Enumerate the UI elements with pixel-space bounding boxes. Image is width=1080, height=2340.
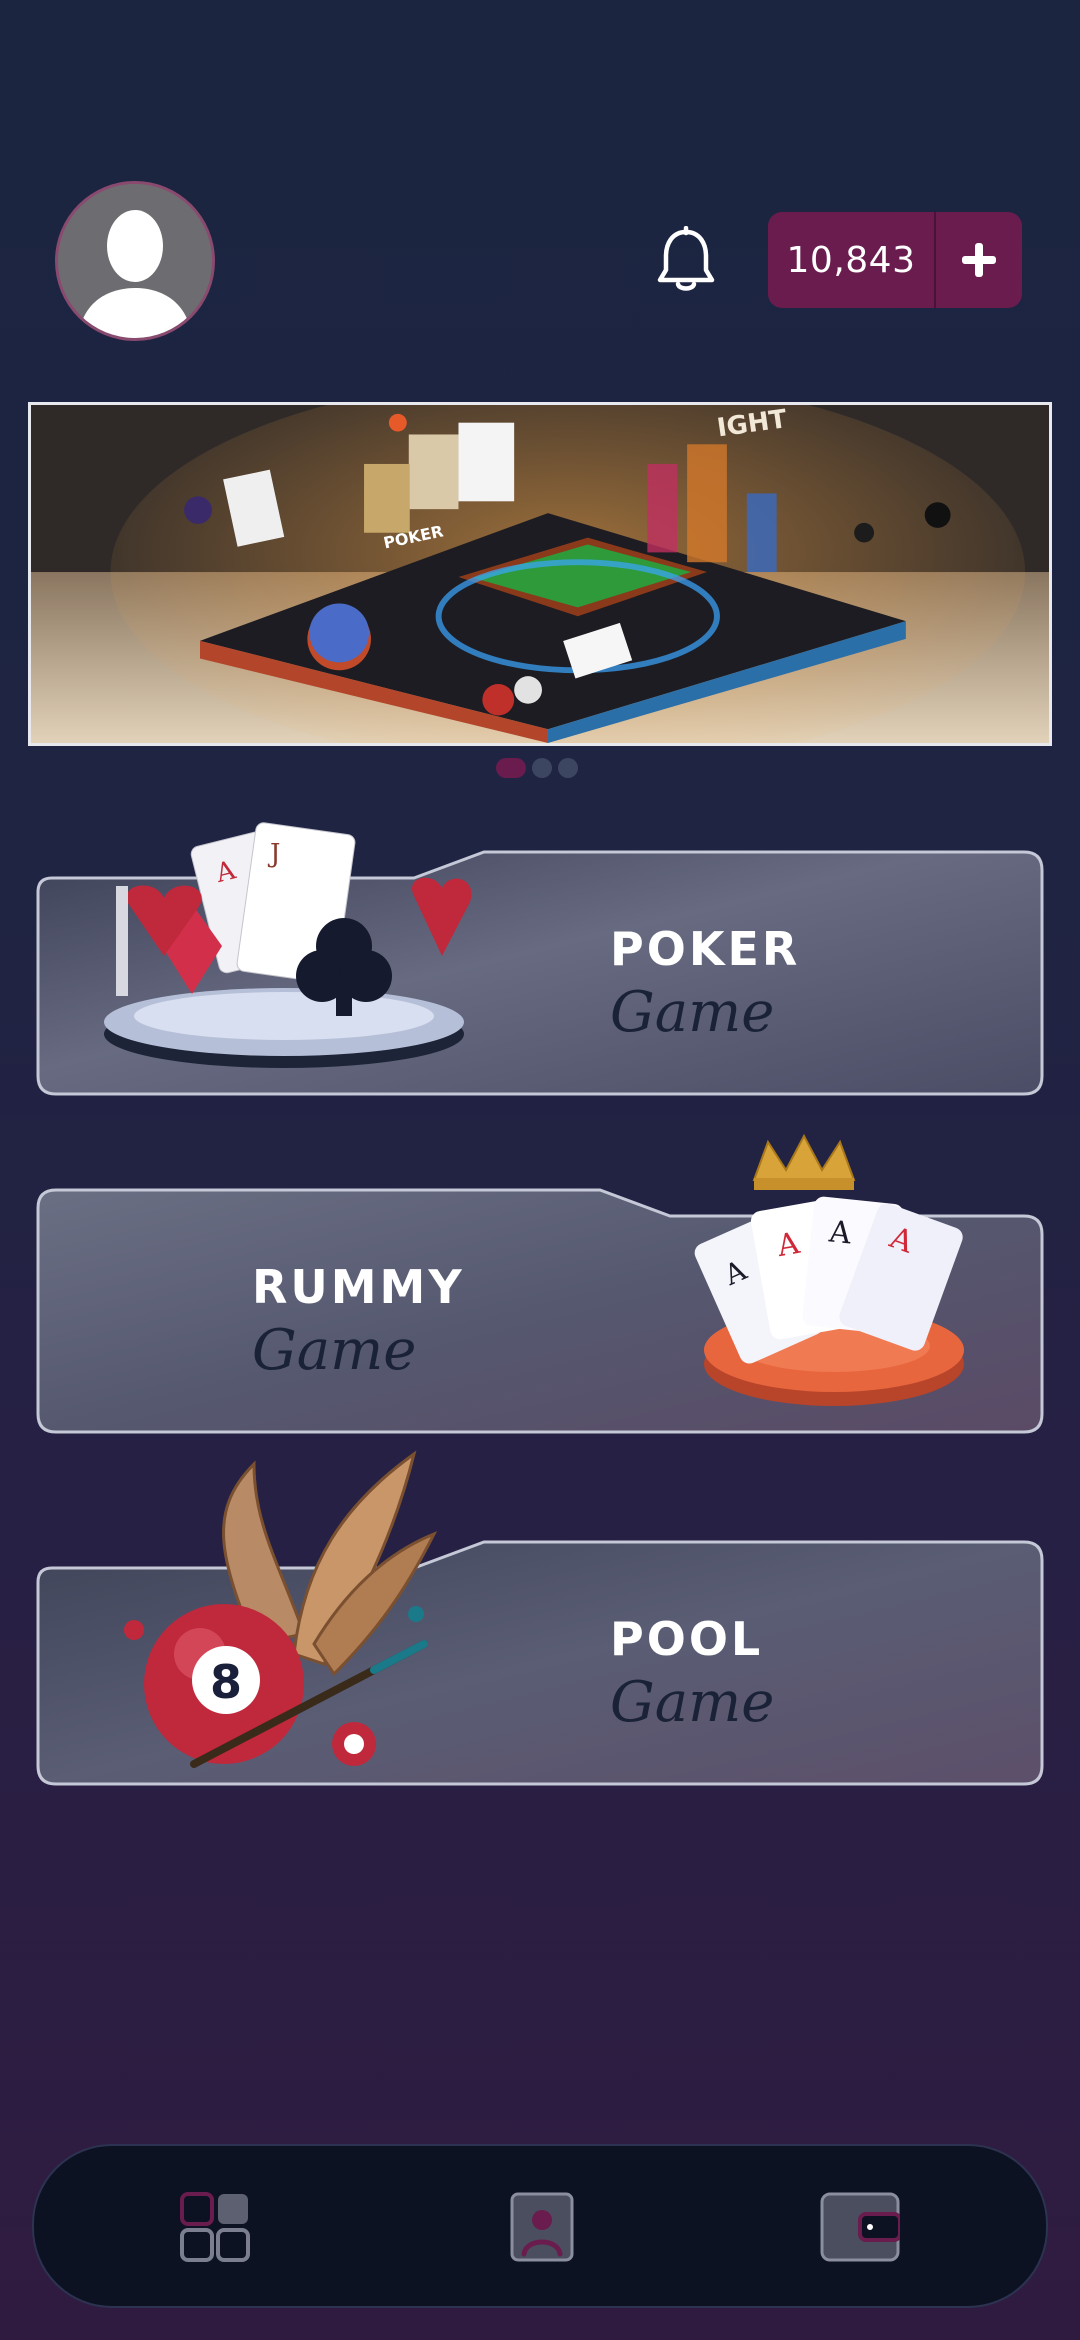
- nav-home-tab[interactable]: [174, 2192, 254, 2264]
- game-title-poker: POKER: [610, 922, 801, 976]
- bottom-navigation: [32, 2144, 1048, 2308]
- add-funds-button[interactable]: [936, 212, 1022, 308]
- svg-text:J: J: [267, 839, 280, 869]
- grid-icon: [180, 2192, 250, 2262]
- game-card-poker[interactable]: A J POKER Game: [34, 822, 1046, 1098]
- poker-cards-chip-art: A J: [74, 816, 494, 1086]
- game-title-rummy: RUMMY: [252, 1260, 465, 1314]
- carousel-dots: [496, 758, 578, 778]
- profile-avatar[interactable]: [58, 184, 212, 338]
- game-card-pool[interactable]: 8 POOL Game: [34, 1450, 1046, 1788]
- plus-icon: [962, 243, 996, 277]
- crowned-aces-chip-art: A A A A: [674, 1133, 1004, 1424]
- carousel-dot-1[interactable]: [496, 758, 526, 778]
- user-silhouette-icon: [58, 184, 212, 338]
- game-subtitle-poker: Game: [610, 980, 775, 1045]
- nav-wallet-tab[interactable]: [820, 2192, 900, 2264]
- winged-eight-ball-art: 8: [104, 1444, 464, 1784]
- wallet-balance-pill: 10,843: [768, 212, 1022, 308]
- nav-profile-tab[interactable]: [502, 2192, 582, 2264]
- notification-bell-icon[interactable]: [654, 226, 718, 294]
- game-subtitle-rummy: Game: [252, 1318, 417, 1383]
- svg-text:8: 8: [210, 1655, 242, 1709]
- promo-banner[interactable]: POKER IGHT: [28, 402, 1052, 746]
- game-title-pool: POOL: [610, 1612, 764, 1666]
- carousel-dot-3[interactable]: [558, 758, 578, 778]
- svg-text:A: A: [827, 1214, 854, 1251]
- banner-illustration: POKER IGHT: [31, 405, 1049, 743]
- carousel-dot-2[interactable]: [532, 758, 552, 778]
- game-subtitle-pool: Game: [610, 1670, 775, 1735]
- game-card-rummy[interactable]: RUMMY Game A A A A: [34, 1133, 1046, 1436]
- profile-icon: [510, 2192, 574, 2262]
- wallet-balance: 10,843: [768, 212, 936, 308]
- wallet-icon: [820, 2192, 900, 2262]
